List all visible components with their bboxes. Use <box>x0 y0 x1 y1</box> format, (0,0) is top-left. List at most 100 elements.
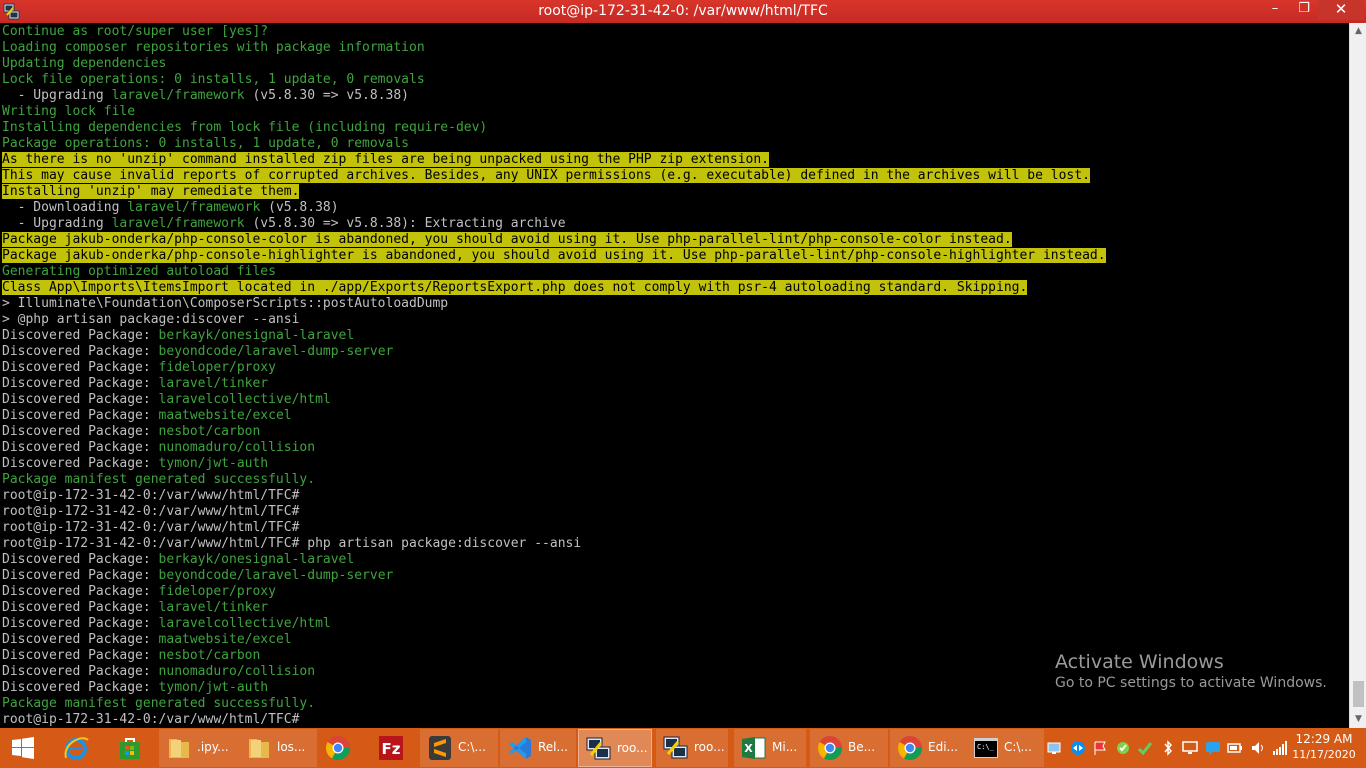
terminal-line-text: This may cause invalid reports of corrup… <box>2 168 1090 183</box>
terminal-line: root@ip-172-31-42-0:/var/www/html/TFC# <box>2 488 1106 504</box>
package-name: tymon/jwt-auth <box>158 456 269 471</box>
terminal-line: Discovered Package: fideloper/proxy <box>2 360 1106 376</box>
taskbar-folder-ipy[interactable]: .ipy... <box>159 729 239 767</box>
maximize-button[interactable]: ❐ <box>1290 0 1318 20</box>
volume-icon[interactable] <box>1250 740 1266 756</box>
terminal-line-text: Discovered Package: <box>2 584 159 599</box>
package-name: maatwebsite/excel <box>158 632 292 647</box>
taskbar-item-label: roo... <box>617 741 648 755</box>
terminal-line-text: Writing lock file <box>2 104 136 119</box>
display-icon[interactable] <box>1182 740 1198 756</box>
terminal-line: root@ip-172-31-42-0:/var/www/html/TFC# <box>2 504 1106 520</box>
package-name: nesbot/carbon <box>158 424 261 439</box>
terminal-line: As there is no 'unzip' command installed… <box>2 152 1106 168</box>
clock-date: 11/17/2020 <box>1292 748 1356 761</box>
sync-check-icon[interactable] <box>1115 740 1131 756</box>
terminal-line: Package manifest generated successfully. <box>2 472 1106 488</box>
scroll-down-arrow-icon[interactable]: ▼ <box>1350 711 1366 728</box>
scroll-up-arrow-icon[interactable]: ▲ <box>1350 23 1366 40</box>
chat-icon[interactable] <box>1205 740 1221 756</box>
terminal-line: Class App\Imports\ItemsImport located in… <box>2 280 1106 296</box>
terminal-line: Installing dependencies from lock file (… <box>2 120 1106 136</box>
checkmark-icon[interactable] <box>1137 740 1153 756</box>
taskbar-putty-1[interactable]: roo... <box>578 729 652 767</box>
taskbar-chrome-2[interactable]: Be... <box>810 729 888 767</box>
terminal-line-text: Installing 'unzip' may remediate them. <box>2 184 300 199</box>
terminal-line: Discovered Package: fideloper/proxy <box>2 584 1106 600</box>
close-button[interactable]: ✕ <box>1318 0 1364 20</box>
vertical-scrollbar[interactable]: ▲ ▼ <box>1349 23 1366 728</box>
window-title-bar[interactable]: root@ip-172-31-42-0: /var/www/html/TFC –… <box>0 0 1366 23</box>
teamviewer-icon[interactable] <box>1070 740 1086 756</box>
terminal-line-text: Discovered Package: <box>2 376 159 391</box>
battery-icon[interactable] <box>1227 740 1243 756</box>
watermark-subtitle: Go to PC settings to activate Windows. <box>1055 675 1327 691</box>
terminal-line: root@ip-172-31-42-0:/var/www/html/TFC# <box>2 712 1106 728</box>
terminal-line: Writing lock file <box>2 104 1106 120</box>
taskbar-filezilla[interactable]: Fz <box>371 729 415 767</box>
taskbar-chrome-1[interactable] <box>318 729 362 767</box>
terminal-line-text: root@ip-172-31-42-0:/var/www/html/TFC# <box>2 520 300 535</box>
terminal-line-text: Discovered Package: <box>2 632 159 647</box>
terminal-line-text: Package operations: 0 installs, 1 update… <box>2 136 409 151</box>
package-name: laravel/framework <box>111 88 245 103</box>
terminal-line-text: Discovered Package: <box>2 440 159 455</box>
package-name: laravel/tinker <box>158 376 269 391</box>
terminal-line-text: As there is no 'unzip' command installed… <box>2 152 770 167</box>
taskbar-ie[interactable] <box>56 729 100 767</box>
terminal-line-text: Discovered Package: <box>2 456 159 471</box>
terminal-line: - Upgrading laravel/framework (v5.8.30 =… <box>2 216 1106 232</box>
minimize-button[interactable]: – <box>1262 0 1288 20</box>
terminal-line-suffix: (v5.8.30 => v5.8.38): Extracting archive <box>244 216 566 231</box>
taskbar-putty-2[interactable]: roo... <box>656 729 728 767</box>
taskbar-folder-los[interactable]: los... <box>239 729 317 767</box>
package-name: laravelcollective/html <box>158 616 331 631</box>
terminal-line: Package manifest generated successfully. <box>2 696 1106 712</box>
taskbar-item-label: Edi... <box>928 740 958 754</box>
terminal-line-suffix: (v5.8.30 => v5.8.38) <box>244 88 410 103</box>
package-name: berkayk/onesignal-laravel <box>158 552 355 567</box>
terminal-line: Installing 'unzip' may remediate them. <box>2 184 1106 200</box>
terminal-line-text: Generating optimized autoload files <box>2 264 276 279</box>
terminal-line: Discovered Package: tymon/jwt-auth <box>2 456 1106 472</box>
svg-text:Fz: Fz <box>382 740 401 758</box>
terminal-line-text: Discovered Package: <box>2 568 159 583</box>
taskbar-cmd[interactable]: C:\_ C:\... <box>966 729 1044 767</box>
package-name: laravel/framework <box>111 216 245 231</box>
terminal-line-text: Package jakub-onderka/php-console-highli… <box>2 248 1106 263</box>
terminal-line-text: root@ip-172-31-42-0:/var/www/html/TFC# <box>2 712 300 727</box>
terminal-line: root@ip-172-31-42-0:/var/www/html/TFC# p… <box>2 536 1106 552</box>
terminal-line-text: Discovered Package: <box>2 328 159 343</box>
terminal-line-text: Discovered Package: <box>2 648 159 663</box>
clock[interactable]: 12:29 AM 11/17/2020 <box>1286 732 1362 761</box>
taskbar-vscode[interactable]: Rel... <box>500 729 576 767</box>
network-share-icon[interactable] <box>1047 740 1063 756</box>
terminal-line: Discovered Package: laravel/tinker <box>2 600 1106 616</box>
start-button[interactable] <box>3 729 47 767</box>
window-title: root@ip-172-31-42-0: /var/www/html/TFC <box>538 3 828 19</box>
terminal-line: Discovered Package: nunomaduro/collision <box>2 440 1106 456</box>
package-name: laravelcollective/html <box>158 392 331 407</box>
terminal-line-text: root@ip-172-31-42-0:/var/www/html/TFC# <box>2 504 300 519</box>
terminal-line: Updating dependencies <box>2 56 1106 72</box>
terminal-line: Generating optimized autoload files <box>2 264 1106 280</box>
terminal-line: Discovered Package: nesbot/carbon <box>2 648 1106 664</box>
bluetooth-icon[interactable] <box>1160 740 1176 756</box>
clock-time: 12:29 AM <box>1295 732 1353 746</box>
scroll-thumb[interactable] <box>1353 681 1364 707</box>
terminal-line: Discovered Package: maatwebsite/excel <box>2 632 1106 648</box>
terminal-line: Discovered Package: beyondcode/laravel-d… <box>2 344 1106 360</box>
taskbar-excel[interactable]: X Mi... <box>734 729 806 767</box>
taskbar-item-label: C:\... <box>458 740 486 754</box>
chrome-icon <box>816 734 844 762</box>
taskbar-item-label: Mi... <box>772 740 798 754</box>
taskbar-item-label: .ipy... <box>197 740 229 754</box>
security-flag-icon[interactable] <box>1092 740 1108 756</box>
taskbar-store[interactable] <box>110 729 154 767</box>
terminal-line: Discovered Package: nesbot/carbon <box>2 424 1106 440</box>
terminal-line: - Downloading laravel/framework (v5.8.38… <box>2 200 1106 216</box>
terminal-output[interactable]: Continue as root/super user [yes]? Loadin… <box>0 23 1349 728</box>
taskbar-sublime[interactable]: C:\... <box>420 729 498 767</box>
command-prompt-icon: C:\_ <box>972 734 1000 762</box>
taskbar-chrome-3[interactable]: Edi... <box>890 729 966 767</box>
